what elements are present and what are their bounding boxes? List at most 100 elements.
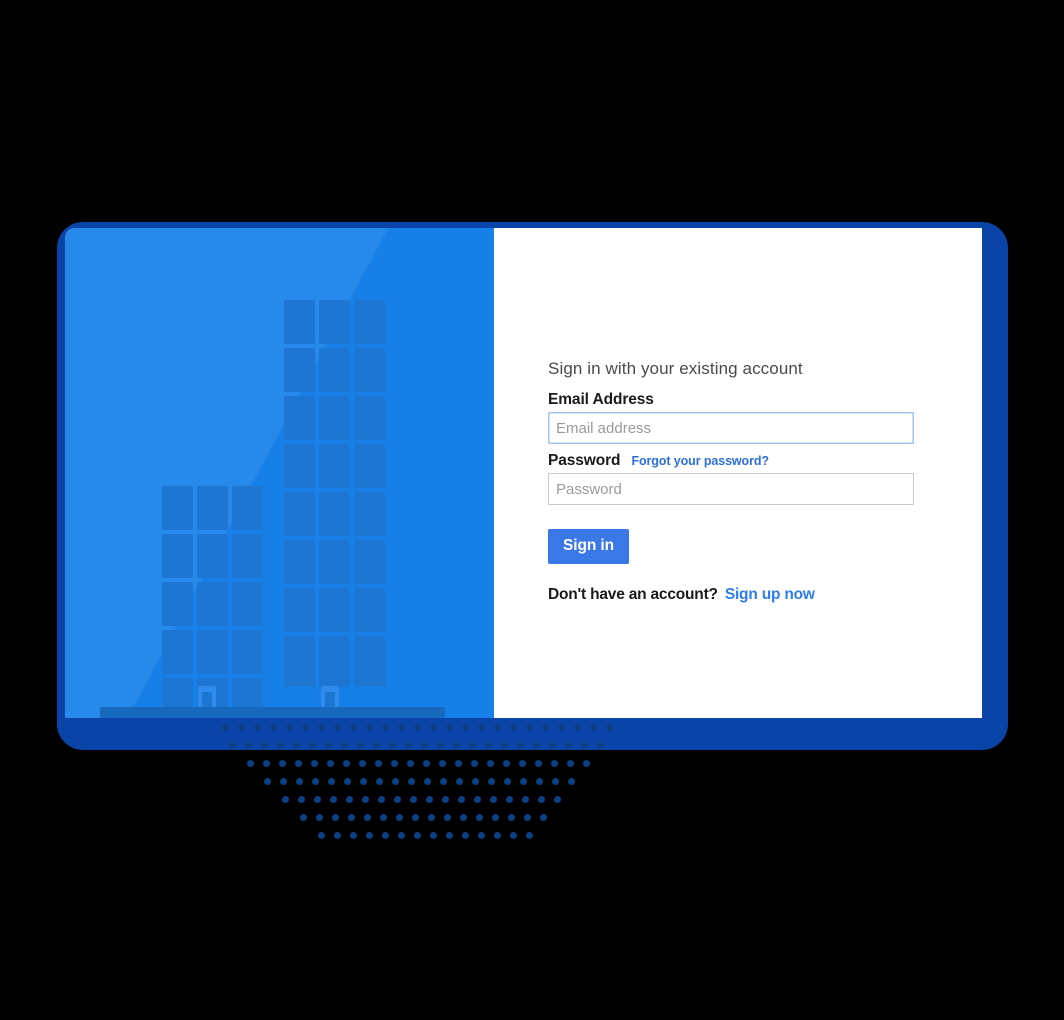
dot bbox=[334, 832, 341, 839]
email-field-block: Email Address bbox=[548, 391, 918, 444]
dot bbox=[300, 814, 307, 821]
dot bbox=[426, 796, 433, 803]
signup-row: Don't have an account? Sign up now bbox=[548, 586, 918, 604]
dot bbox=[346, 796, 353, 803]
dot bbox=[455, 760, 462, 767]
dot bbox=[503, 760, 510, 767]
dot bbox=[522, 796, 529, 803]
forgot-password-link[interactable]: Forgot your password? bbox=[631, 454, 769, 468]
dot bbox=[264, 778, 271, 785]
dot bbox=[279, 760, 286, 767]
password-input[interactable] bbox=[548, 473, 914, 505]
dot bbox=[376, 778, 383, 785]
dot bbox=[488, 778, 495, 785]
dot bbox=[568, 778, 575, 785]
email-input[interactable] bbox=[548, 412, 914, 444]
dot bbox=[392, 778, 399, 785]
dot bbox=[554, 796, 561, 803]
dot bbox=[428, 814, 435, 821]
dot bbox=[551, 760, 558, 767]
password-label-row: Password Forgot your password? bbox=[548, 452, 918, 470]
sign-in-form: Sign in with your existing account Email… bbox=[548, 359, 918, 604]
dot bbox=[474, 796, 481, 803]
dot bbox=[407, 760, 414, 767]
dot bbox=[280, 778, 287, 785]
dot bbox=[520, 778, 527, 785]
dot bbox=[359, 760, 366, 767]
dot bbox=[478, 832, 485, 839]
dot bbox=[567, 760, 574, 767]
dot bbox=[296, 778, 303, 785]
dot bbox=[540, 814, 547, 821]
dot bbox=[332, 814, 339, 821]
dot-row bbox=[300, 814, 547, 821]
dot bbox=[519, 760, 526, 767]
dot bbox=[506, 796, 513, 803]
dot bbox=[295, 760, 302, 767]
office-buildings-illustration bbox=[100, 300, 445, 718]
dot bbox=[343, 760, 350, 767]
sign-up-now-link[interactable]: Sign up now bbox=[725, 586, 815, 603]
dot bbox=[508, 814, 515, 821]
dot bbox=[410, 796, 417, 803]
dot bbox=[382, 832, 389, 839]
dot bbox=[526, 832, 533, 839]
dot bbox=[552, 778, 559, 785]
form-heading: Sign in with your existing account bbox=[548, 359, 803, 378]
dot bbox=[375, 760, 382, 767]
dot bbox=[487, 760, 494, 767]
dot bbox=[462, 832, 469, 839]
dot bbox=[364, 814, 371, 821]
password-field-block: Password Forgot your password? bbox=[548, 452, 918, 505]
signup-prompt-text: Don't have an account? bbox=[548, 586, 718, 603]
dot bbox=[456, 778, 463, 785]
brand-illustration-panel bbox=[65, 228, 494, 718]
dot bbox=[460, 814, 467, 821]
dot bbox=[398, 832, 405, 839]
dot bbox=[536, 778, 543, 785]
dot bbox=[312, 778, 319, 785]
dot bbox=[380, 814, 387, 821]
dot bbox=[458, 796, 465, 803]
dot bbox=[378, 796, 385, 803]
dot bbox=[330, 796, 337, 803]
dot bbox=[394, 796, 401, 803]
dot-row bbox=[282, 796, 561, 803]
dot bbox=[510, 832, 517, 839]
dot-row bbox=[247, 760, 590, 767]
dot bbox=[318, 832, 325, 839]
dot bbox=[583, 760, 590, 767]
dot bbox=[440, 778, 447, 785]
dot bbox=[423, 760, 430, 767]
dot bbox=[366, 832, 373, 839]
dot bbox=[247, 760, 254, 767]
ground-bar bbox=[100, 707, 445, 718]
dot bbox=[504, 778, 511, 785]
dot bbox=[494, 832, 501, 839]
password-label: Password bbox=[548, 452, 621, 469]
dot bbox=[362, 796, 369, 803]
dot bbox=[446, 832, 453, 839]
sign-in-button[interactable]: Sign in bbox=[548, 529, 629, 564]
dot-row bbox=[318, 832, 533, 839]
dot bbox=[327, 760, 334, 767]
dot-row bbox=[264, 778, 575, 785]
dot bbox=[490, 796, 497, 803]
dot bbox=[328, 778, 335, 785]
dot bbox=[391, 760, 398, 767]
dot bbox=[298, 796, 305, 803]
dot bbox=[314, 796, 321, 803]
dot bbox=[311, 760, 318, 767]
dot bbox=[350, 832, 357, 839]
dot bbox=[444, 814, 451, 821]
dot bbox=[263, 760, 270, 767]
dot bbox=[344, 778, 351, 785]
dot bbox=[535, 760, 542, 767]
dot bbox=[430, 832, 437, 839]
dot bbox=[538, 796, 545, 803]
dot bbox=[412, 814, 419, 821]
dot bbox=[348, 814, 355, 821]
dot bbox=[316, 814, 323, 821]
dot bbox=[472, 778, 479, 785]
dot bbox=[442, 796, 449, 803]
